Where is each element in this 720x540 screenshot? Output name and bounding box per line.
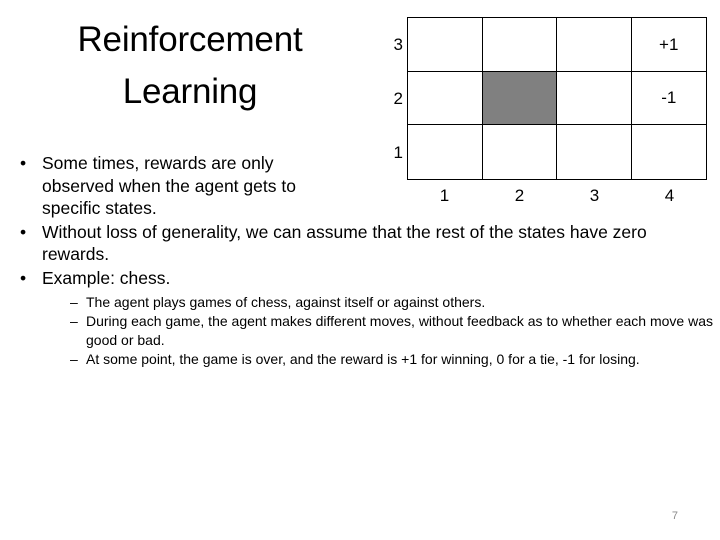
bullet-item-1: • Some times, rewards are only observed …	[8, 152, 342, 220]
grid-cell-r2c3[interactable]	[557, 71, 632, 126]
bullet-item-3-text: Example: chess.	[42, 267, 171, 288]
grid-cell-r2c2-blocked[interactable]	[482, 71, 557, 126]
sub-bullet-item-1-text: The agent plays games of chess, against …	[86, 294, 486, 310]
bullet-item-2: • Without loss of generality, we can ass…	[8, 221, 714, 266]
dash-marker-icon: –	[70, 313, 78, 329]
page-title: Reinforcement Learning	[77, 20, 303, 111]
sub-bullet-item-2: – During each game, the agent makes diff…	[8, 312, 714, 350]
bullet-marker-icon: •	[20, 267, 27, 288]
bullet-marker-icon: •	[20, 221, 27, 242]
bullet-item-2-text: Without loss of generality, we can assum…	[42, 221, 647, 265]
gridworld-row-label-3: 3	[393, 35, 403, 54]
page-number: 7	[671, 510, 678, 522]
grid-cell-r2c4-negative-reward[interactable]: -1	[631, 72, 706, 126]
sub-bullet-list: – The agent plays games of chess, agains…	[8, 293, 714, 369]
grid-cell-r2c1[interactable]	[408, 71, 483, 126]
gridworld-row-label-2: 2	[393, 89, 403, 108]
bullet-item-3: • Example: chess.	[8, 267, 714, 290]
bullet-item-1-text: Some times, rewards are only observed wh…	[42, 153, 296, 218]
dash-marker-icon: –	[70, 351, 78, 367]
bullet-marker-icon: •	[20, 153, 27, 173]
grid-cell-r3c2[interactable]	[482, 18, 557, 72]
slide: Reinforcement Learning 3 2 1 +1 -1 1 2 3	[0, 0, 720, 540]
grid-cell-r3c4-positive-reward[interactable]: +1	[631, 18, 706, 72]
grid-cell-r3c3[interactable]	[557, 18, 632, 72]
sub-bullet-item-1: – The agent plays games of chess, agains…	[8, 293, 714, 312]
slide-body: • Some times, rewards are only observed …	[8, 152, 714, 369]
sub-bullet-item-3-text: At some point, the game is over, and the…	[86, 351, 640, 367]
dash-marker-icon: –	[70, 294, 78, 310]
grid-cell-r3c1[interactable]	[408, 18, 483, 72]
sub-bullet-item-3: – At some point, the game is over, and t…	[8, 350, 714, 369]
sub-bullet-item-2-text: During each game, the agent makes differ…	[86, 313, 713, 348]
